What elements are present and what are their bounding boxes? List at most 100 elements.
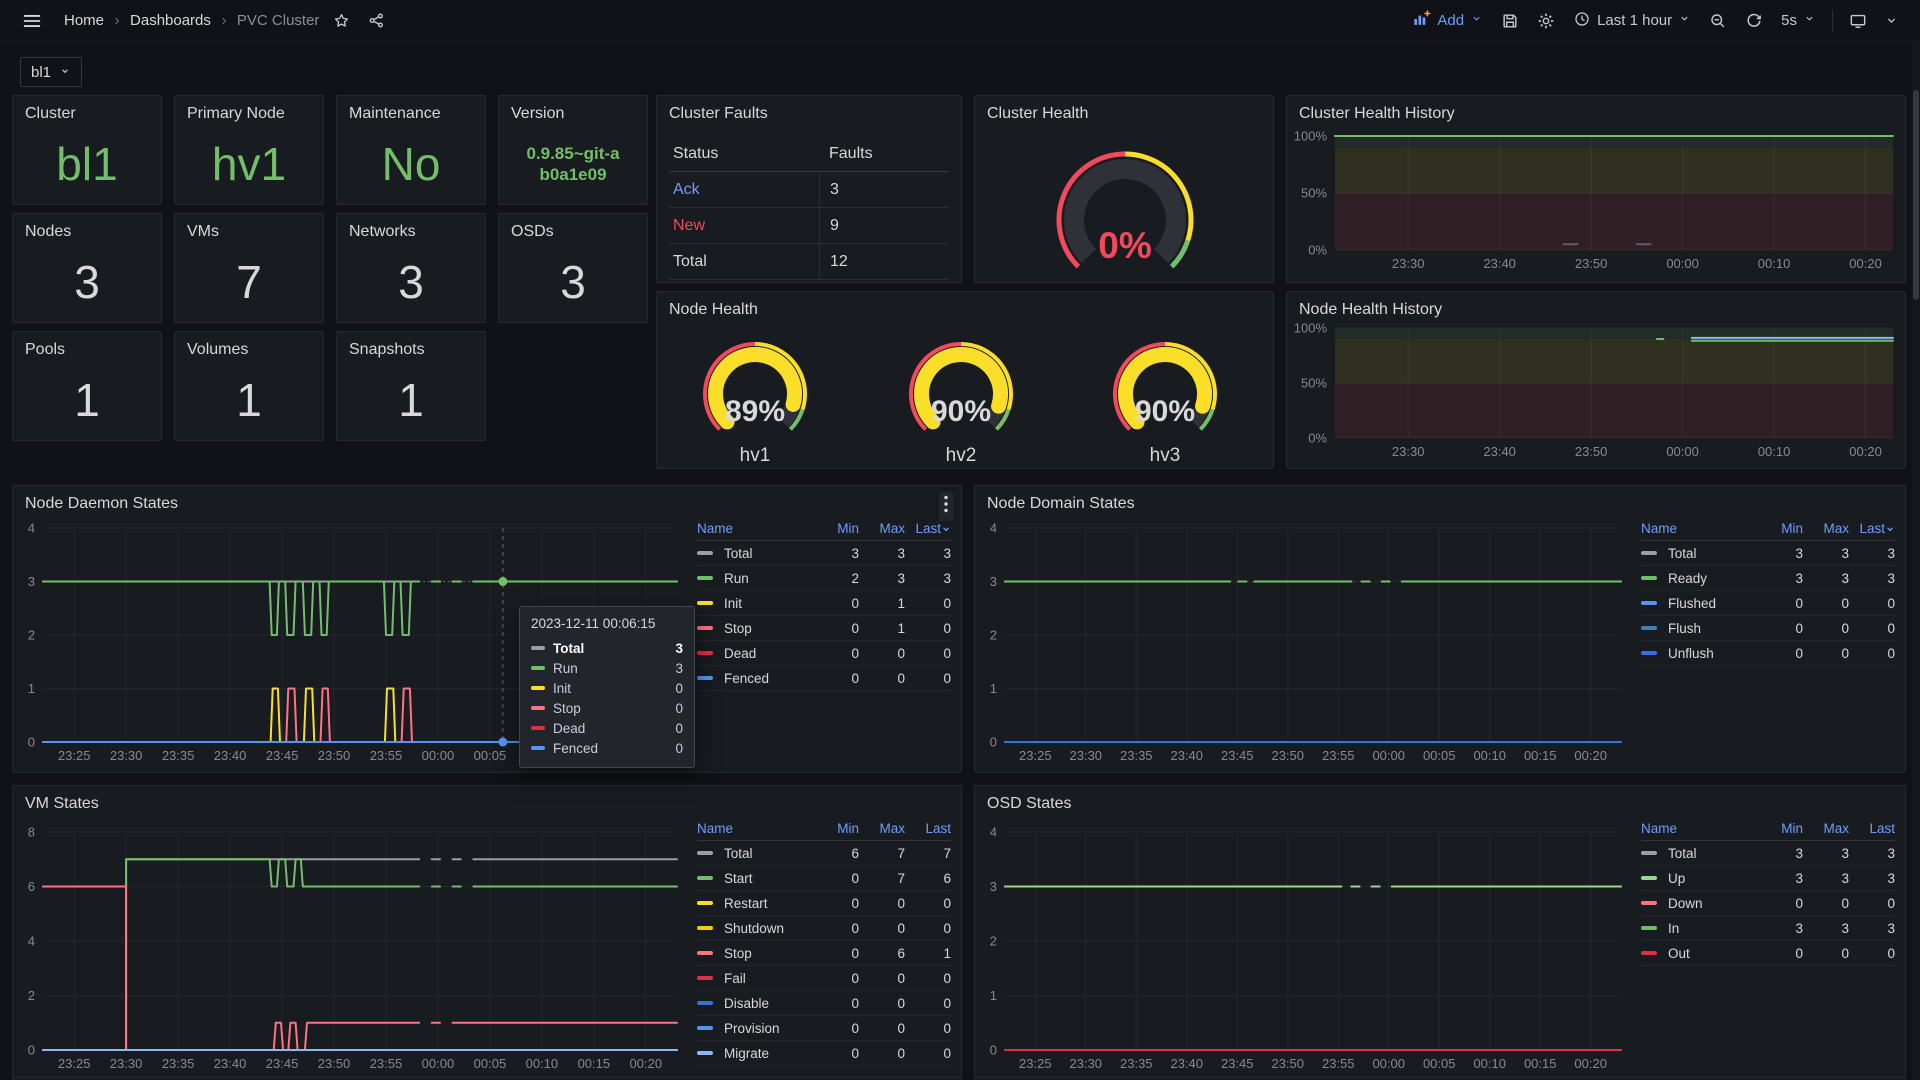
legend-series-toggle[interactable]: Unflush [1641,646,1757,661]
legend-series-toggle[interactable]: Up [1641,871,1757,886]
faults-status-cell[interactable]: New [669,217,819,235]
legend-row-total: Total333 [697,541,951,566]
legend-value-max: 0 [1803,896,1849,911]
legend-series-toggle[interactable]: Fail [697,971,813,986]
series-color-swatch [697,976,713,980]
series-color-swatch [697,601,713,605]
x-axis-label: 23:35 [1120,748,1153,763]
refresh-button[interactable] [1737,6,1771,36]
series-total [43,859,419,886]
refresh-interval-select[interactable]: 5s [1773,7,1824,34]
faults-col-faults[interactable]: Faults [819,136,949,171]
legend-col-max[interactable]: Max [1803,821,1849,836]
legend-series-toggle[interactable]: Init [697,596,813,611]
legend-col-name[interactable]: Name [697,821,813,836]
legend-value-last: 0 [1849,621,1895,636]
legend-col-min[interactable]: Min [1757,821,1803,836]
legend-series-toggle[interactable]: Run [697,571,813,586]
legend-col-max[interactable]: Max [859,821,905,836]
legend-col-min[interactable]: Min [1757,521,1803,536]
favorite-star-button[interactable] [325,6,358,35]
legend-series-toggle[interactable]: Total [1641,546,1757,561]
legend-series-toggle[interactable]: Ready [1641,571,1757,586]
gauge-label: hv3 [1150,445,1181,466]
legend-value-max: 3 [1803,546,1849,561]
variable-cluster-select[interactable]: bl1 [20,57,82,87]
legend-value-min: 0 [813,971,859,986]
breadcrumb-home[interactable]: Home [60,12,108,29]
faults-status-cell[interactable]: Ack [669,181,819,199]
legend-series-toggle[interactable]: Stop [697,621,813,636]
faults-col-status[interactable]: Status [669,145,819,163]
scrollbar-thumb[interactable] [1913,90,1919,300]
legend-series-toggle[interactable]: Start [697,871,813,886]
time-range-label: Last 1 hour [1597,12,1672,29]
breadcrumb-dashboards[interactable]: Dashboards [126,12,215,29]
faults-count-cell: 9 [819,208,949,243]
panel-menu-button[interactable] [939,492,953,521]
legend-series-toggle[interactable]: In [1641,921,1757,936]
tv-mode-button[interactable] [1841,6,1875,36]
legend-series-toggle[interactable]: Restart [697,896,813,911]
legend-row-init: Init010 [697,591,951,616]
x-axis-label: 00:05 [474,748,507,763]
series-color-swatch [697,551,713,555]
chevron-down-icon [1885,521,1895,536]
share-button[interactable] [360,6,393,35]
menu-open-button[interactable] [14,5,50,37]
legend-col-min[interactable]: Min [813,521,859,536]
legend-col-last[interactable]: Last [905,821,951,836]
legend-series-toggle[interactable]: Disable [697,996,813,1011]
legend-value-last: 0 [905,971,951,986]
gauge-value: 90% [931,395,991,428]
legend-col-name[interactable]: Name [697,521,813,536]
nav-more-button[interactable] [1877,8,1906,33]
legend-col-max[interactable]: Max [859,521,905,536]
legend-series-toggle[interactable]: Provision [697,1021,813,1036]
legend-col-last[interactable]: Last [1849,821,1895,836]
tooltip-series-value: 0 [675,701,683,716]
dashboard-settings-button[interactable] [1529,6,1563,36]
legend-series-toggle[interactable]: Stop [697,946,813,961]
toolbar-divider [1832,10,1833,32]
legend-series-toggle[interactable]: Migrate [697,1046,813,1061]
hover-point-marker [498,738,507,747]
y-axis-label: 100% [1294,321,1328,336]
y-axis-label: 3 [990,879,997,894]
legend-series-toggle[interactable]: Flush [1641,621,1757,636]
legend-col-name[interactable]: Name [1641,521,1757,536]
panel-stat-vms: VMs7 [174,213,324,323]
legend-col-max[interactable]: Max [1803,521,1849,536]
breadcrumb: Home Dashboards PVC Cluster [60,12,323,29]
legend-row-total: Total333 [1641,841,1895,866]
chart-node-health-history[interactable]: 0%50%100%23:3023:4023:5000:0000:1000:20 [1287,292,1905,468]
tooltip-row-fenced: Fenced0 [531,738,683,758]
legend-series-toggle[interactable]: Out [1641,946,1757,961]
legend-col-last[interactable]: Last [1849,521,1895,536]
gear-icon [1536,11,1556,31]
legend-value-min: 2 [813,571,859,586]
legend-series-toggle[interactable]: Total [697,546,813,561]
faults-status-cell[interactable]: Total [669,253,819,271]
legend-col-min[interactable]: Min [813,821,859,836]
legend-series-toggle[interactable]: Fenced [697,671,813,686]
legend-col-last[interactable]: Last [905,521,951,536]
y-axis-label: 2 [990,934,997,949]
save-dashboard-button[interactable] [1493,6,1527,36]
series-color-swatch [697,1051,713,1055]
legend-series-toggle[interactable]: Flushed [1641,596,1757,611]
scrollbar-track[interactable] [1912,42,1920,1080]
legend-series-toggle[interactable]: Down [1641,896,1757,911]
legend-col-name[interactable]: Name [1641,821,1757,836]
legend-series-toggle[interactable]: Total [697,846,813,861]
chart-cluster-health-history[interactable]: 0%50%100%23:3023:4023:5000:0000:1000:20 [1287,96,1905,282]
panel-title: Nodes [13,214,161,241]
zoom-out-time-button[interactable] [1701,6,1735,36]
legend-series-toggle[interactable]: Total [1641,846,1757,861]
chevron-right-icon [217,14,231,28]
legend-series-toggle[interactable]: Dead [697,646,813,661]
legend-series-toggle[interactable]: Shutdown [697,921,813,936]
tooltip-series-value: 0 [675,681,683,696]
add-panel-button[interactable]: Add [1403,4,1491,38]
time-range-picker[interactable]: Last 1 hour [1565,5,1699,37]
